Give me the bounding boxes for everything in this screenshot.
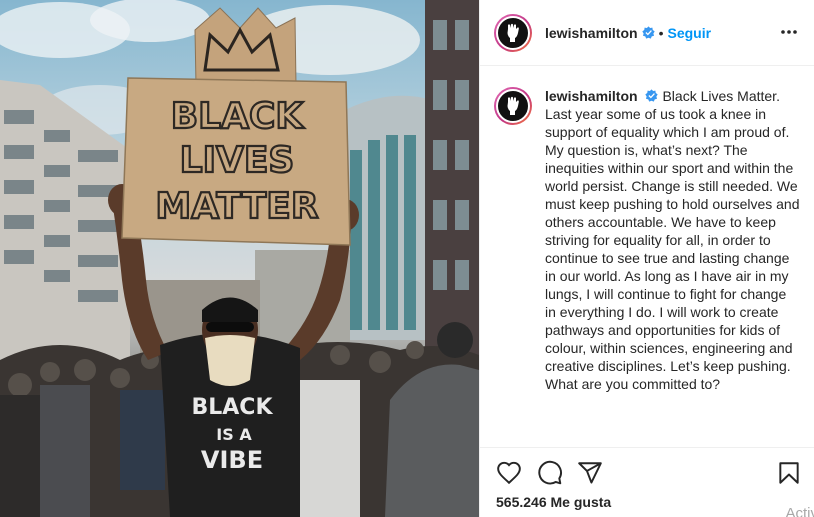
raised-fist-icon <box>507 96 519 115</box>
comment-icon[interactable] <box>537 460 563 486</box>
author-username[interactable]: lewishamilton <box>545 25 638 41</box>
author-avatar[interactable] <box>494 13 532 52</box>
follow-button[interactable]: Seguir <box>667 25 711 41</box>
caption-section: lewishamilton Black Lives Matter. Last y… <box>480 67 814 447</box>
caption-author-avatar[interactable] <box>494 87 532 125</box>
likes-count[interactable]: 565.246 Me gusta <box>496 494 611 510</box>
post-caption: lewishamilton Black Lives Matter. Last y… <box>545 87 801 447</box>
bookmark-icon[interactable] <box>776 460 802 486</box>
caption-text: Black Lives Matter. Last year some of us… <box>545 88 800 392</box>
heart-icon[interactable] <box>496 460 522 486</box>
post-actions-bar: 565.246 Me gusta <box>480 447 814 517</box>
post-side-panel: lewishamilton • Seguir lewishamilton Bla… <box>479 0 814 517</box>
shirt-text-line2: IS A <box>216 425 252 444</box>
post-photo[interactable]: BLACK IS A VIBE BLACK LIVES MATTER <box>0 0 479 517</box>
more-options-icon[interactable] <box>777 22 801 42</box>
share-icon[interactable] <box>577 460 603 486</box>
header-separator: • <box>658 24 664 41</box>
raised-fist-icon <box>507 23 519 42</box>
post-header: lewishamilton • Seguir <box>480 0 814 66</box>
sign-text-line2: LIVES <box>180 140 295 181</box>
verified-badge-icon <box>641 26 655 39</box>
shirt-text-line1: BLACK <box>191 395 273 420</box>
protest-photo-illustration: BLACK IS A VIBE BLACK LIVES MATTER <box>0 0 479 517</box>
sign-text-line3: MATTER <box>155 186 318 227</box>
caption-username[interactable]: lewishamilton <box>545 88 638 104</box>
shirt-text-line3: VIBE <box>201 446 263 474</box>
verified-badge-icon <box>645 89 659 102</box>
sign-text-line1: BLACK <box>171 96 305 137</box>
windows-activation-watermark: Activ <box>785 505 814 517</box>
